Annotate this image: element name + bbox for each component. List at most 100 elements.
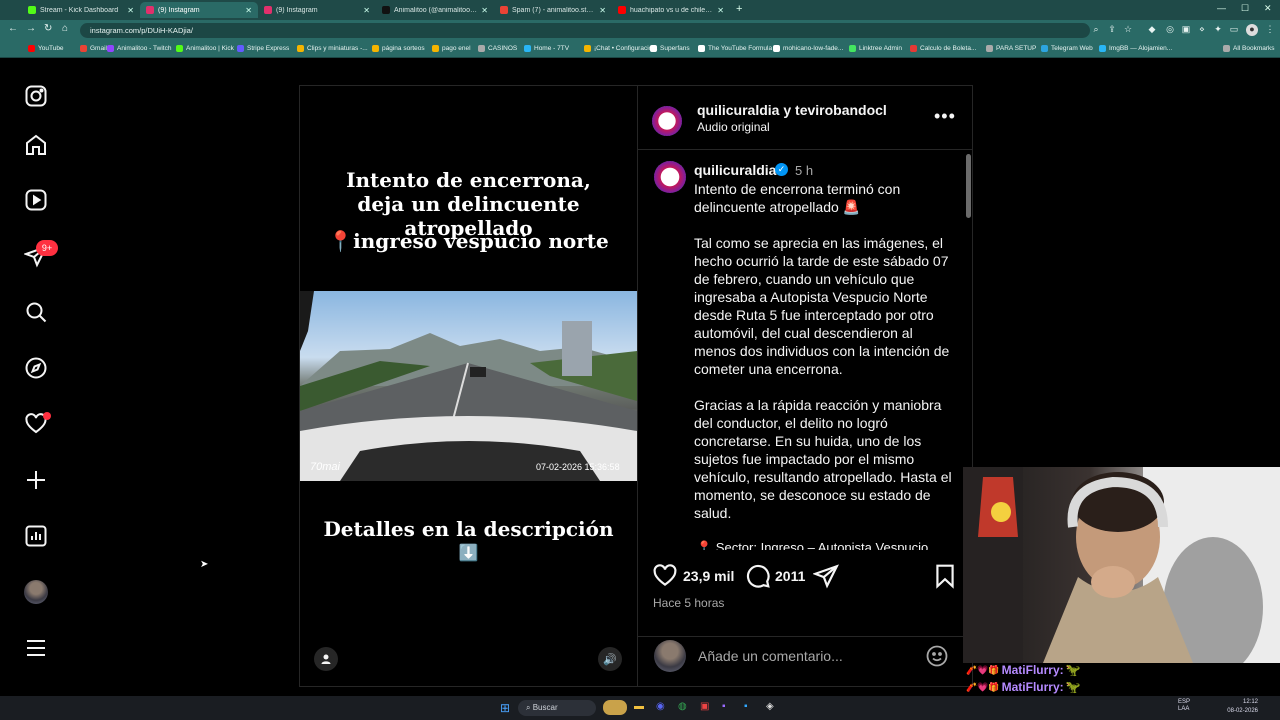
tab-close-icon[interactable]: ✕ [481, 6, 488, 15]
current-user-avatar [654, 640, 686, 672]
bookmark-item[interactable]: PARA SETUP [986, 45, 1036, 52]
chrome-icon[interactable]: ◍ [678, 701, 687, 712]
bookmark-item[interactable]: Animalitoo | Kick [176, 45, 234, 52]
home-nav-icon[interactable] [22, 131, 50, 159]
dashboard-icon[interactable] [22, 522, 50, 550]
bookmark-item[interactable]: pago enel [432, 45, 471, 52]
extensions-puzzle-icon[interactable]: ✦ [1212, 24, 1224, 36]
new-tab-button[interactable]: + [736, 3, 742, 15]
comment-input[interactable]: Añade un comentario... [698, 648, 918, 664]
premiere-icon[interactable]: ▪ [722, 701, 726, 712]
bookmark-item[interactable]: Gmail [80, 45, 107, 52]
bookmark-label: ¡Chat • Configuració... [594, 45, 658, 52]
file-explorer-icon[interactable]: ▬ [634, 701, 644, 712]
author-avatar[interactable] [652, 106, 682, 136]
tab-close-icon[interactable]: ✕ [599, 6, 606, 15]
tab-close-icon[interactable]: ✕ [717, 6, 724, 15]
more-menu-icon[interactable] [22, 634, 50, 662]
home-icon[interactable]: ⌂ [62, 23, 68, 34]
url-field[interactable]: instagram.com/p/DUiH-KADjia/ [80, 23, 1090, 38]
bookmark-star-icon[interactable]: ☆ [1122, 24, 1134, 36]
bookmark-item[interactable]: ImgBB — Alojamien... [1099, 45, 1172, 52]
extension-icon[interactable]: ⋄ [1196, 24, 1208, 36]
like-heart-icon[interactable] [652, 563, 678, 589]
back-icon[interactable]: ← [8, 23, 18, 34]
bookmark-item[interactable]: The YouTube Formula [698, 45, 772, 52]
tab-favicon-icon [28, 6, 36, 14]
notifications-badge: 9+ [36, 240, 58, 256]
bookmark-item[interactable]: Superfans [650, 45, 690, 52]
video-dashcam-frame[interactable]: 70mai 07-02-2026 15:36:58 [300, 291, 637, 481]
app-icon[interactable]: ▣ [700, 701, 709, 712]
caption-scrollbar[interactable] [966, 154, 971, 218]
discord-icon[interactable]: ◉ [656, 701, 665, 712]
browser-tab[interactable]: Stream - Kick Dashboard ✕ [22, 2, 140, 18]
bookmark-item[interactable]: Linktree Admin [849, 45, 902, 52]
bookmark-item[interactable]: Telegram Web [1041, 45, 1093, 52]
taskbar-clock[interactable]: 12:12 [1228, 699, 1258, 705]
emoji-picker-icon[interactable] [925, 644, 949, 668]
save-bookmark-icon[interactable] [932, 563, 958, 589]
browser-tab[interactable]: (9) Instagram ✕ [140, 2, 258, 18]
photoshop-icon[interactable]: ▪ [744, 701, 748, 712]
browser-tab[interactable]: huachipato vs u de chile - YouT ✕ [612, 2, 730, 18]
post-authors[interactable]: quilicuraldia y tevirobandocl [697, 102, 887, 118]
profile-avatar[interactable] [22, 578, 50, 606]
taskbar-date[interactable]: 08-02-2026 [1218, 708, 1258, 714]
taskbar-search[interactable]: ⌕ Buscar [518, 700, 596, 716]
extension-icon[interactable]: ◆ [1146, 24, 1158, 36]
extension-icon[interactable]: ▣ [1180, 24, 1192, 36]
bookmark-item[interactable]: YouTube [28, 45, 64, 52]
bookmark-item[interactable]: Home - 7TV [524, 45, 569, 52]
comment-icon[interactable] [745, 563, 771, 589]
instagram-logo-icon[interactable] [22, 82, 50, 110]
zoom-icon[interactable]: ⌕ [1090, 24, 1102, 36]
bookmark-item[interactable]: Animalitoo - Twitch [107, 45, 171, 52]
explore-compass-icon[interactable] [22, 354, 50, 382]
tagged-users-icon[interactable] [314, 647, 338, 671]
tab-close-icon[interactable]: ✕ [245, 6, 252, 15]
forward-icon[interactable]: → [26, 23, 36, 34]
tab-close-icon[interactable]: ✕ [363, 6, 370, 15]
tab-close-icon[interactable]: ✕ [127, 6, 134, 15]
bookmark-item[interactable]: ¡Chat • Configuració... [584, 45, 658, 52]
steam-icon[interactable]: ◈ [766, 701, 774, 712]
keyboard-language[interactable]: ESP LAA [1178, 699, 1192, 713]
bookmark-item[interactable]: All Bookmarks [1223, 45, 1275, 52]
sidebar-toggle-icon[interactable]: ▭ [1228, 24, 1240, 36]
volume-icon[interactable]: 🔊 [598, 647, 622, 671]
like-count[interactable]: 23,9 mil [683, 568, 734, 584]
reload-icon[interactable]: ↻ [44, 23, 52, 34]
bookmark-item[interactable]: Calculo de Boleta... [910, 45, 976, 52]
bookmark-favicon-icon [237, 45, 244, 52]
profile-avatar[interactable]: ● [1246, 24, 1258, 36]
minimize-icon[interactable]: — [1217, 3, 1226, 13]
audio-label[interactable]: Audio original [697, 120, 770, 134]
reels-icon[interactable] [22, 186, 50, 214]
comment-count[interactable]: 2011 [775, 568, 805, 584]
windows-start-icon[interactable]: ⊞ [500, 701, 510, 715]
caption-scroll-area[interactable]: Intento de encerrona terminó con delincu… [638, 152, 972, 550]
maximize-icon[interactable]: ☐ [1241, 3, 1249, 14]
bookmark-item[interactable]: Stripe Express [237, 45, 289, 52]
widgets-icon[interactable] [603, 700, 627, 715]
create-plus-icon[interactable] [22, 466, 50, 494]
share-icon[interactable]: ⇪ [1106, 24, 1118, 36]
bookmark-item[interactable]: mohicano-low-fade... [773, 45, 843, 52]
bookmark-favicon-icon [1223, 45, 1230, 52]
close-window-icon[interactable]: ✕ [1264, 3, 1272, 14]
bookmark-label: Clips y miniaturas -... [307, 45, 368, 52]
browser-tab[interactable]: Animalitoo (@animalitoo1) | Ti ✕ [376, 2, 494, 18]
bookmark-item[interactable]: Clips y miniaturas -... [297, 45, 368, 52]
extension-icon[interactable]: ◎ [1164, 24, 1176, 36]
browser-tab[interactable]: (9) Instagram ✕ [258, 2, 376, 18]
menu-dots-icon[interactable]: ⋮ [1264, 24, 1276, 36]
bookmark-item[interactable]: CASINOS [478, 45, 517, 52]
bookmark-label: Stripe Express [247, 45, 290, 52]
browser-tab[interactable]: Spam (7) - animalitoo.stream@ ✕ [494, 2, 612, 18]
bookmark-label: página sorteos [382, 45, 425, 52]
share-icon[interactable] [811, 563, 839, 589]
more-options-icon[interactable]: ••• [934, 106, 956, 127]
search-icon[interactable] [22, 298, 50, 326]
bookmark-item[interactable]: página sorteos [372, 45, 425, 52]
